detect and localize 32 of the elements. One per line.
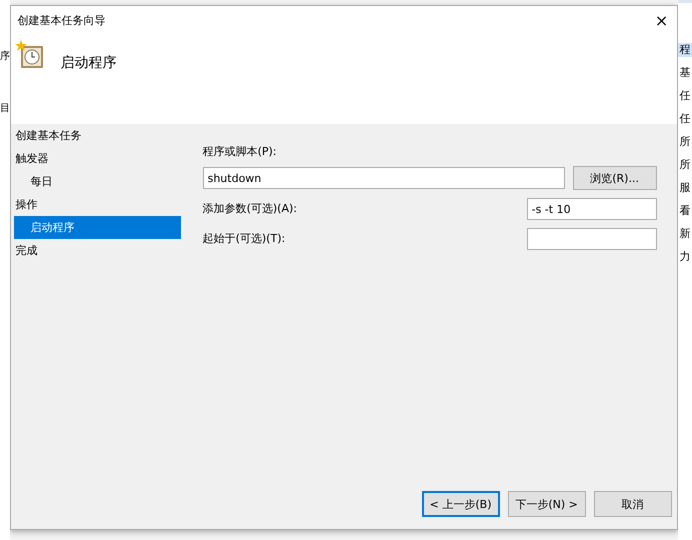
window-title: 创建基本任务向导 (18, 12, 106, 28)
close-button[interactable]: × (646, 6, 677, 34)
wizard-step: 完成 (10, 239, 181, 262)
wizard-step: 触发器 (10, 147, 181, 170)
page-title: 启动程序 (60, 54, 117, 72)
wizard-step: 每日 (10, 170, 181, 193)
wizard-button[interactable]: < 上一步(B) (422, 491, 500, 517)
clock-icon (14, 40, 45, 70)
wizard-button[interactable]: 下一步(N) > (508, 491, 586, 517)
field-label: 添加参数(可选)(A): (202, 201, 297, 217)
background-text: 所 (678, 158, 692, 172)
background-text: 序 (0, 52, 10, 62)
wizard-step: 启动程序 (14, 216, 181, 239)
program-field[interactable]: shutdown (202, 167, 565, 189)
wizard-button[interactable]: 取消 (594, 491, 672, 517)
background-text: 基 (678, 66, 692, 80)
start-in-field[interactable] (526, 228, 657, 250)
background-text: 所 (678, 135, 692, 149)
field-label: 程序或脚本(P): (202, 144, 278, 160)
wizard-step: 创建基本任务 (10, 124, 181, 147)
background-text: 目 (0, 104, 10, 114)
field-label: 起始于(可选)(T): (202, 231, 286, 247)
background-text: 新 (678, 227, 692, 241)
background-text: 程 (678, 43, 692, 57)
background-text: 任 (678, 89, 692, 103)
browse-button[interactable]: 浏览(R)... (572, 166, 657, 190)
arguments-field[interactable]: -s -t 10 (526, 198, 657, 220)
background-text: 服 (678, 181, 692, 195)
wizard-step: 操作 (10, 193, 181, 216)
background-text: 看 (678, 204, 692, 218)
background-text: 任 (678, 112, 692, 126)
background-text: 力 (678, 250, 692, 264)
